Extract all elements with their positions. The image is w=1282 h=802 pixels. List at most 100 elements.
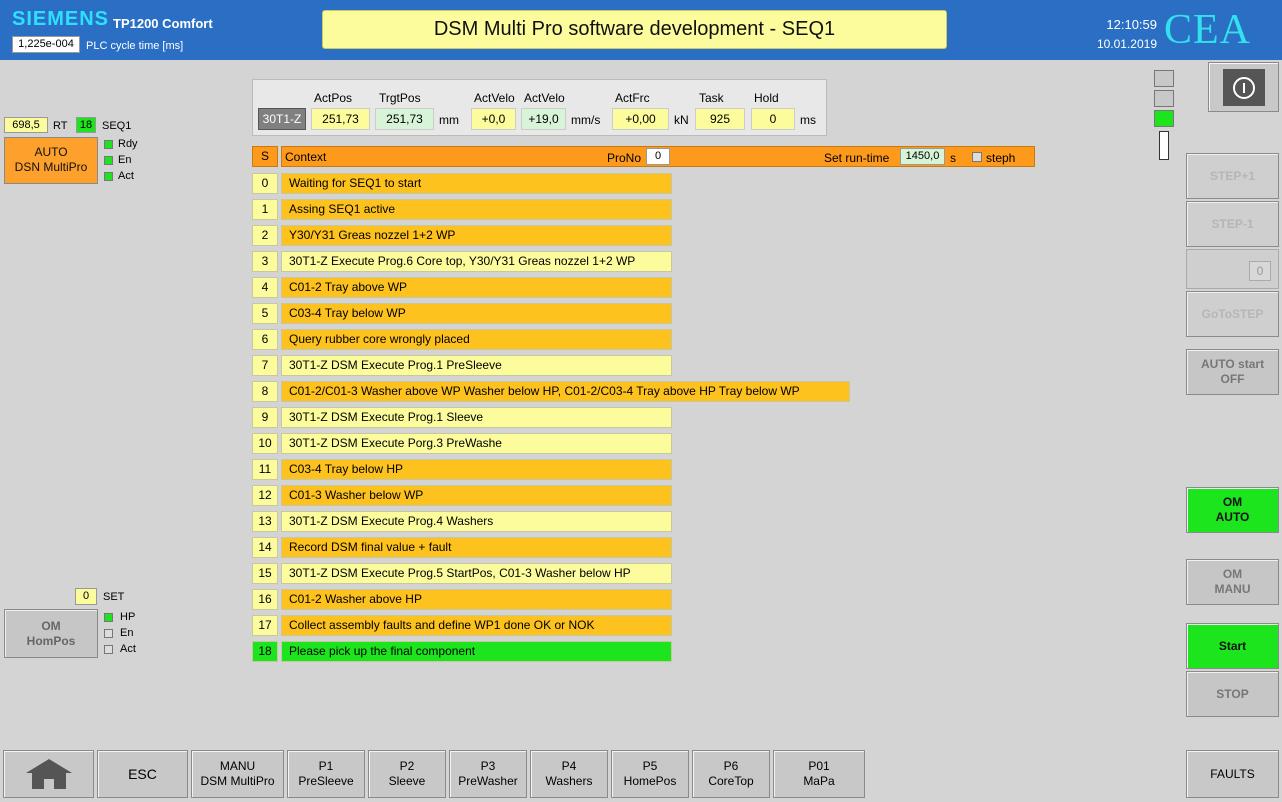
- step-plus-label: STEP+1: [1209, 168, 1256, 183]
- nav-button-line2: PreSleeve: [298, 774, 354, 788]
- nav-button-line1: P2: [399, 759, 415, 773]
- step-number: 2: [252, 225, 278, 246]
- start-button[interactable]: Start: [1186, 623, 1279, 669]
- step-number: 6: [252, 329, 278, 350]
- om-hompos-button[interactable]: OM HomPos: [4, 609, 98, 658]
- step-plus-button[interactable]: STEP+1: [1186, 153, 1279, 199]
- step-context: Query rubber core wrongly placed: [281, 329, 672, 350]
- om-manu-button[interactable]: OM MANU: [1186, 559, 1279, 605]
- step-number: 0: [252, 173, 278, 194]
- step-context: Collect assembly faults and define WP1 d…: [281, 615, 672, 636]
- step-minus-button[interactable]: STEP-1: [1186, 201, 1279, 247]
- stop-button[interactable]: STOP: [1186, 671, 1279, 717]
- task-label: Task: [699, 91, 724, 105]
- indicator-square-2: [1154, 90, 1174, 107]
- nav-button-line2: Washers: [545, 774, 593, 788]
- nav-button-line1: P3: [480, 759, 496, 773]
- nav-button-line1: MANU: [219, 759, 256, 773]
- frc-unit: kN: [674, 113, 689, 127]
- step-minus-label: STEP-1: [1211, 216, 1254, 231]
- en-label: En: [118, 154, 132, 166]
- goto-step-button[interactable]: GoToSTEP: [1186, 291, 1279, 337]
- step-context: C03-4 Tray below WP: [281, 303, 672, 324]
- faults-button[interactable]: FAULTS: [1186, 750, 1279, 798]
- step-number: 5: [252, 303, 278, 324]
- plc-cycle-value: 1,225e-004: [12, 36, 80, 53]
- rdy-led: [104, 140, 113, 149]
- goto-step-label: GoToSTEP: [1201, 306, 1264, 321]
- step-context: Y30/Y31 Greas nozzel 1+2 WP: [281, 225, 672, 246]
- step-context: Waiting for SEQ1 to start: [281, 173, 672, 194]
- rdy-label: Rdy: [118, 138, 138, 150]
- step-context: 30T1-Z Execute Prog.6 Core top, Y30/Y31 …: [281, 251, 672, 272]
- step-number: 1: [252, 199, 278, 220]
- nav-button-line1: P1: [318, 759, 334, 773]
- om-manu-line1: OM: [1222, 567, 1243, 581]
- nav-button-line2: PreWasher: [458, 774, 518, 788]
- p4-washers-button[interactable]: P4 Washers: [530, 750, 608, 798]
- nav-button-line2: DSM MultiPro: [200, 774, 275, 788]
- step-number: 13: [252, 511, 278, 532]
- step-number: 15: [252, 563, 278, 584]
- home-button[interactable]: [3, 750, 94, 798]
- siemens-logo: SIEMENS: [12, 8, 110, 30]
- step-number: 12: [252, 485, 278, 506]
- prono-value[interactable]: 0: [646, 148, 670, 165]
- seq-step-value: 18: [76, 117, 96, 133]
- clock-time: 12:10:59: [1106, 17, 1157, 32]
- auto-button-line2: DSN MultiPro: [14, 160, 88, 174]
- act-frc-label: ActFrc: [615, 91, 650, 105]
- runtime-value[interactable]: 1450,0: [900, 148, 945, 165]
- act-pos-value: 251,73: [311, 108, 370, 130]
- runtime-unit: s: [950, 151, 956, 165]
- step-number: 11: [252, 459, 278, 480]
- step-number: 14: [252, 537, 278, 558]
- act-velo-value: +0,0: [471, 108, 516, 130]
- indicator-square-1: [1154, 70, 1174, 87]
- steph-label: steph: [986, 151, 1016, 165]
- om-auto-line1: OM: [1222, 495, 1243, 509]
- step-context: 30T1-Z DSM Execute Prog.4 Washers: [281, 511, 672, 532]
- esc-button[interactable]: ESC: [97, 750, 188, 798]
- p3-prewasher-button[interactable]: P3 PreWasher: [449, 750, 527, 798]
- p5-homepos-button[interactable]: P5 HomePos: [611, 750, 689, 798]
- step-number: 18: [252, 641, 278, 662]
- act-led: [104, 172, 113, 181]
- p2-sleeve-button[interactable]: P2 Sleeve: [368, 750, 446, 798]
- auto-start-button[interactable]: AUTO start OFF: [1186, 349, 1279, 395]
- step-value-field[interactable]: 0: [1249, 261, 1271, 281]
- en2-led: [104, 629, 113, 638]
- manu-dsm-button[interactable]: MANU DSM MultiPro: [191, 750, 284, 798]
- plc-cycle-label: PLC cycle time [ms]: [86, 40, 184, 52]
- om-hompos-line2: HomPos: [26, 634, 76, 648]
- pos-unit: mm: [439, 113, 459, 127]
- step-context: Please pick up the final component: [281, 641, 672, 662]
- p6-coretop-button[interactable]: P6 CoreTop: [692, 750, 770, 798]
- act-frc-value: +0,00: [612, 108, 669, 130]
- context-header: Context: [285, 150, 327, 164]
- axis-name: 30T1-Z: [258, 108, 306, 130]
- p1-presleeve-button[interactable]: P1 PreSleeve: [287, 750, 365, 798]
- trgt-pos-label: TrgtPos: [379, 91, 421, 105]
- set-label: SET: [103, 591, 125, 603]
- hp-led: [104, 613, 113, 622]
- step-number: 10: [252, 433, 278, 454]
- rt-label: RT: [53, 120, 68, 132]
- info-icon: [1223, 69, 1265, 106]
- om-auto-line2: AUTO: [1215, 510, 1250, 524]
- nav-button-line1: P4: [561, 759, 577, 773]
- runtime-label: Set run-time: [824, 151, 890, 165]
- trgt-pos-value: 251,73: [375, 108, 434, 130]
- step-number: 17: [252, 615, 278, 636]
- en-led: [104, 156, 113, 165]
- steph-checkbox[interactable]: [972, 152, 982, 162]
- step-context: C01-2 Tray above WP: [281, 277, 672, 298]
- nav-button-line1: P5: [642, 759, 658, 773]
- auto-dsn-multipro-button[interactable]: AUTO DSN MultiPro: [4, 137, 98, 184]
- om-auto-button[interactable]: OM AUTO: [1186, 487, 1279, 533]
- step-context: C01-2/C01-3 Washer above WP Washer below…: [281, 381, 850, 402]
- step-number: 7: [252, 355, 278, 376]
- p01-mapa-button[interactable]: P01 MaPa: [773, 750, 865, 798]
- hold-label: Hold: [754, 91, 779, 105]
- info-button[interactable]: [1208, 62, 1279, 112]
